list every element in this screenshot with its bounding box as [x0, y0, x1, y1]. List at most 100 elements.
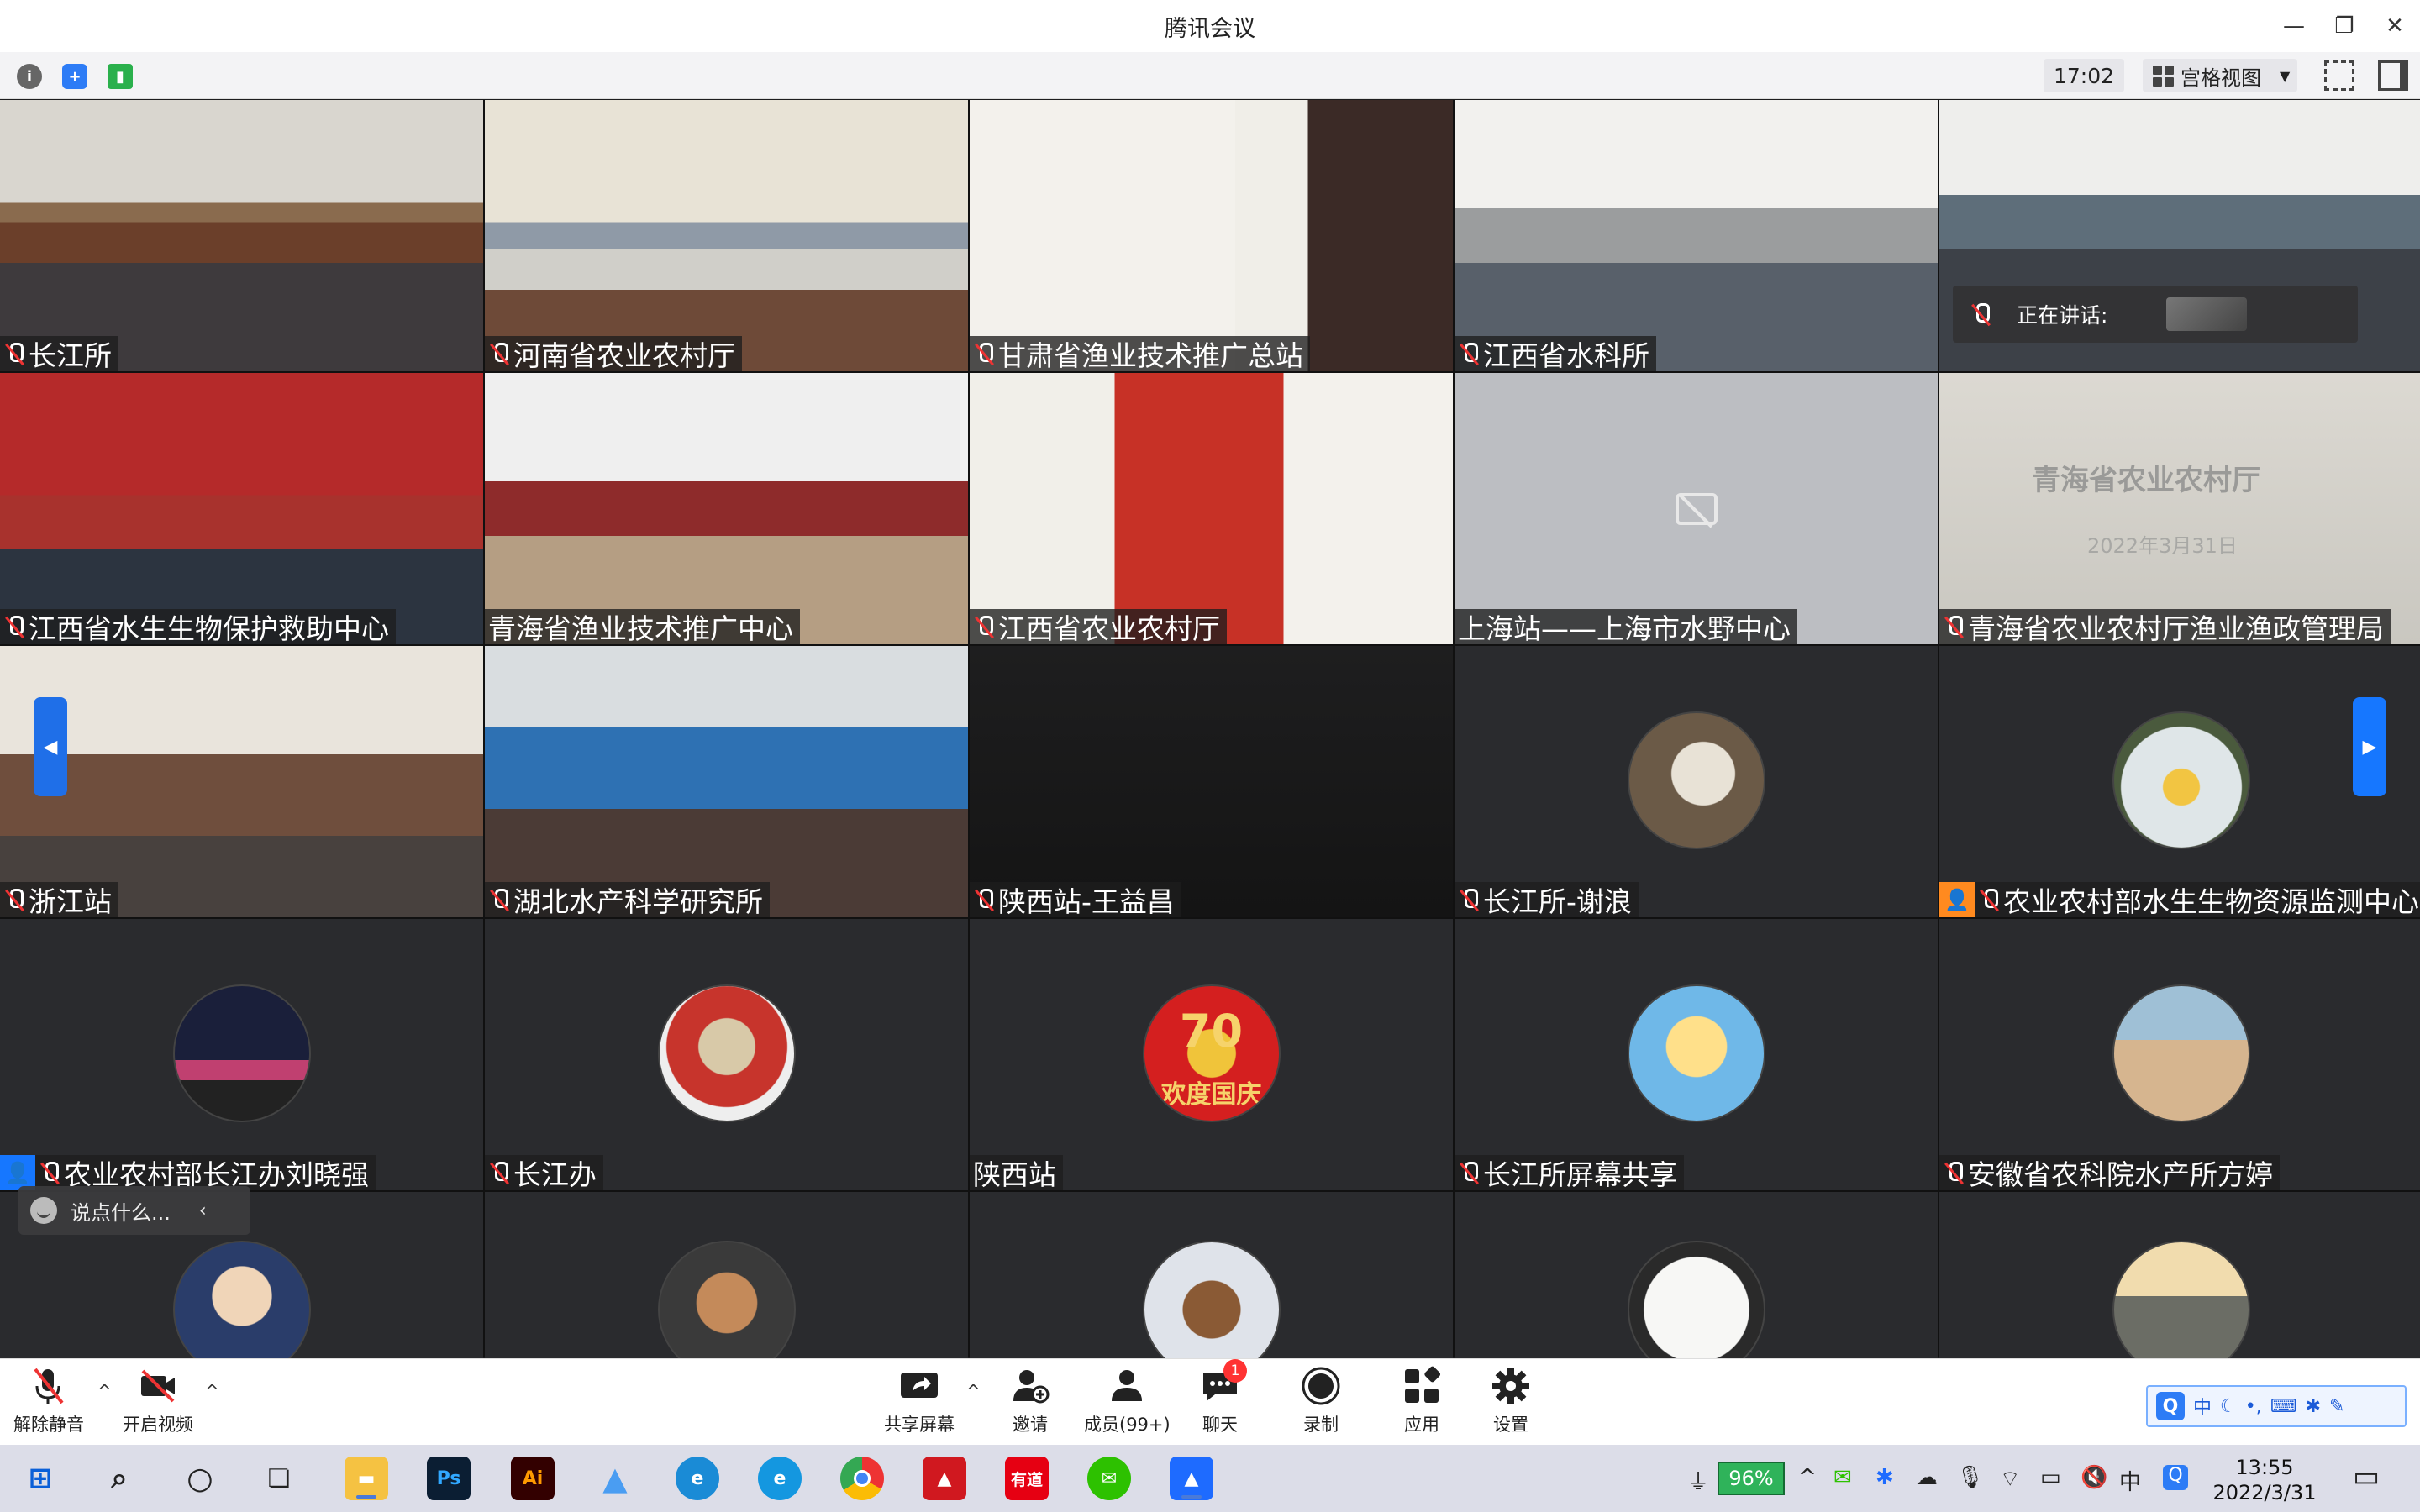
security-shield-icon[interactable]: +	[62, 64, 87, 89]
microphone-tray-icon[interactable]: 🎙	[1956, 1465, 1984, 1490]
windows-start-icon[interactable]: ⊞	[18, 1457, 62, 1500]
photos-icon[interactable]: ▲	[593, 1457, 637, 1500]
chevron-up-icon[interactable]: ^	[1798, 1465, 1817, 1490]
participant-tile[interactable]: 长江所	[0, 100, 483, 371]
power-plug-icon[interactable]: ⏚	[1687, 1465, 1709, 1496]
participant-name-tag: 青海省渔业技术推广中心	[485, 609, 800, 644]
wifi-tray-icon[interactable]: ⌔	[2000, 1465, 2020, 1493]
notification-center-icon[interactable]: ▭	[2353, 1460, 2380, 1494]
ime-mode[interactable]: 中	[2193, 1393, 2212, 1420]
wechat-tray-icon[interactable]: ✉	[1833, 1465, 1852, 1490]
browser-e-icon[interactable]: e	[758, 1457, 802, 1500]
participant-tile[interactable]	[1939, 1192, 2420, 1364]
battery-tray-icon[interactable]: ▭	[2040, 1465, 2061, 1490]
sidebar-toggle-icon[interactable]	[2378, 60, 2408, 91]
ime-punct-icon[interactable]: •,	[2245, 1396, 2262, 1417]
participant-tile[interactable]: 70 欢度国庆 陕西站	[970, 919, 1453, 1190]
video-feed	[485, 373, 968, 644]
wechat-icon[interactable]: ✉	[1087, 1457, 1131, 1500]
invite-button[interactable]: 邀请	[1010, 1366, 1050, 1436]
ime-toolbar[interactable]: Q 中 ☾ •, ⌨ ✱ ✎	[2146, 1385, 2407, 1427]
audio-options-chevron-icon[interactable]: ^	[97, 1381, 112, 1401]
participant-tile[interactable]: 安徽省农科院水产所方婷	[1939, 919, 2420, 1190]
tencent-meeting-icon[interactable]: ▲	[1170, 1457, 1213, 1500]
input-lang-indicator[interactable]: 中	[2119, 1465, 2141, 1496]
participant-tile[interactable]: 👤 农业农村部水生生物资源监测中心	[1939, 646, 2420, 917]
participant-tile[interactable]: 👤 农业农村部长江办刘晓强	[0, 919, 483, 1190]
edge-icon[interactable]: e	[676, 1457, 719, 1500]
participant-tile[interactable]	[970, 1192, 1453, 1364]
participant-tile[interactable]: 陕西站-王益昌	[970, 646, 1453, 917]
video-feed	[485, 100, 968, 371]
settings-button[interactable]: 设置	[1491, 1366, 1531, 1436]
participant-tile[interactable]: 浙江站	[0, 646, 483, 917]
participant-tile[interactable]: 长江所-谢浪	[1455, 646, 1938, 917]
file-explorer-icon[interactable]: ▬	[345, 1457, 388, 1500]
participant-tile[interactable]: 湖北水产科学研究所	[485, 646, 968, 917]
start-video-button[interactable]: 开启视频	[123, 1366, 193, 1436]
chat-quick-input[interactable]: 说点什么... ‹	[18, 1186, 250, 1235]
share-screen-button[interactable]: 共享屏幕	[884, 1366, 955, 1436]
system-clock[interactable]: 13:55 2022/3/31	[2210, 1455, 2319, 1505]
participant-tile[interactable]	[1455, 1192, 1938, 1364]
participant-tile[interactable]: 甘肃省渔业技术推广总站	[970, 100, 1453, 371]
search-icon[interactable]: ⌕	[97, 1457, 141, 1500]
participant-name-tag: 江西省水生生物保护救助中心	[0, 609, 396, 644]
ime-moon-icon[interactable]: ☾	[2220, 1396, 2237, 1417]
chevron-left-icon[interactable]: ‹	[199, 1200, 207, 1221]
speaking-label: 正在讲话:	[2017, 303, 2108, 328]
ime-tool-icon[interactable]: ✎	[2329, 1396, 2344, 1417]
participant-tile[interactable]: 青海省渔业技术推广中心	[485, 373, 968, 644]
participant-tile[interactable]: 河南省农业农村厅	[485, 100, 968, 371]
mic-muted-icon	[1943, 1160, 1965, 1185]
participant-tile[interactable]	[485, 1192, 968, 1364]
bluetooth-tray-icon[interactable]: ✱	[1876, 1465, 1894, 1490]
network-signal-icon[interactable]: ▮	[108, 64, 133, 89]
participant-tile[interactable]: 上海站——上海市水野中心	[1455, 373, 1938, 644]
participant-tile[interactable]: 江西省水生生物保护救助中心	[0, 373, 483, 644]
info-icon[interactable]: i	[17, 64, 42, 89]
participant-name: 江西省水科所	[1483, 339, 1649, 371]
clock-time: 13:55	[2235, 1456, 2294, 1479]
ime-skin-icon[interactable]: ✱	[2306, 1396, 2321, 1417]
unmute-button[interactable]: 解除静音	[13, 1366, 84, 1436]
participant-name-tag: 江西省农业农村厅	[970, 609, 1227, 644]
cloud-tray-icon[interactable]: ☁	[1916, 1465, 1938, 1490]
ime-tray-icon[interactable]: Q	[2163, 1465, 2188, 1490]
view-switch-button[interactable]: 宫格视图 ▼	[2143, 59, 2297, 92]
next-page-button[interactable]: ▶	[2353, 697, 2386, 796]
emoji-icon[interactable]	[30, 1197, 57, 1224]
minimize-icon[interactable]: —	[2269, 0, 2319, 52]
participant-tile[interactable]: 江西省水科所	[1455, 100, 1938, 371]
chat-button[interactable]: 1 聊天	[1200, 1359, 1247, 1436]
slide-date: 2022年3月31日	[2087, 534, 2238, 558]
battery-indicator[interactable]: 96%	[1718, 1462, 1785, 1495]
photoshop-icon[interactable]: Ps	[427, 1457, 471, 1500]
fullscreen-icon[interactable]	[2324, 60, 2354, 91]
participant-name: 陕西站-王益昌	[998, 885, 1175, 917]
youdao-icon[interactable]: 有道	[1005, 1457, 1049, 1500]
participant-tile[interactable]: 长江所屏幕共享	[1455, 919, 1938, 1190]
prev-page-button[interactable]: ◀	[34, 697, 67, 796]
ime-keyboard-icon[interactable]: ⌨	[2270, 1396, 2297, 1417]
control-bar: 解除静音 ^ 开启视频 ^ 共享屏幕 ^ 邀请 成员(99+) 1 聊天 录制 …	[0, 1358, 2420, 1445]
members-button[interactable]: 成员(99+)	[1084, 1366, 1171, 1436]
mic-muted-icon	[973, 614, 995, 639]
close-icon[interactable]: ✕	[2370, 0, 2420, 52]
meeting-duration: 17:02	[2044, 59, 2124, 92]
share-options-chevron-icon[interactable]: ^	[966, 1381, 981, 1401]
cortana-icon[interactable]: ○	[178, 1457, 222, 1500]
illustrator-icon[interactable]: Ai	[511, 1457, 555, 1500]
participant-tile[interactable]: 长江办	[485, 919, 968, 1190]
participant-tile[interactable]: 青海省农业农村厅 2022年3月31日 青海省农业农村厅渔业渔政管理局	[1939, 373, 2420, 644]
apps-button[interactable]: 应用	[1402, 1366, 1442, 1436]
participant-name: 上海站——上海市水野中心	[1458, 612, 1791, 644]
task-view-icon[interactable]: ❏	[257, 1457, 301, 1500]
record-button[interactable]: 录制	[1301, 1366, 1341, 1436]
restore-icon[interactable]: ❐	[2319, 0, 2370, 52]
chrome-icon[interactable]	[840, 1457, 884, 1500]
acrobat-icon[interactable]: ▲	[923, 1457, 966, 1500]
participant-tile[interactable]: 江西省农业农村厅	[970, 373, 1453, 644]
video-options-chevron-icon[interactable]: ^	[205, 1381, 219, 1401]
volume-mute-icon[interactable]: 🔇	[2081, 1465, 2107, 1490]
